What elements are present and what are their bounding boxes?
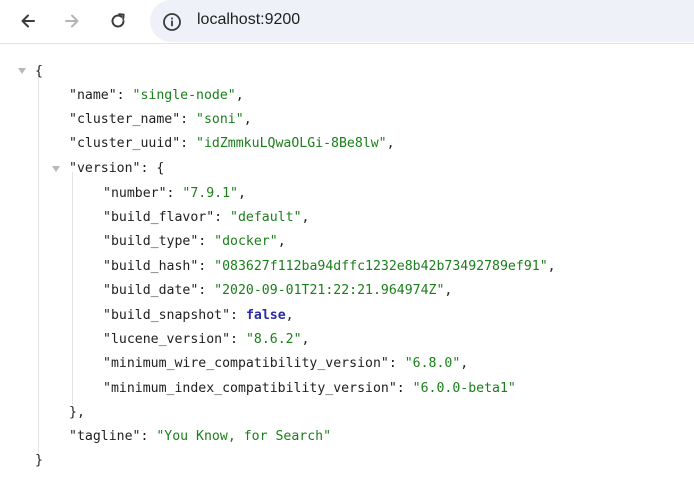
json-string-value: "7.9.1" [182, 186, 238, 201]
back-button[interactable] [12, 6, 44, 36]
json-boolean-value: false [245, 308, 286, 323]
json-line-tagline: "tagline": "You Know, for Search" [69, 429, 332, 444]
json-line-build-type: "build_type": "docker", [103, 234, 286, 249]
arrow-right-icon [65, 14, 79, 28]
json-key: "minimum_index_compatibility_version" [103, 381, 397, 396]
json-string-value: "idZmmkuLQwaOLGi-8Be8lw" [196, 136, 387, 151]
json-line-min-wire: "minimum_wire_compatibility_version": "6… [103, 356, 469, 371]
json-key: "cluster_uuid" [69, 136, 181, 151]
info-icon [163, 13, 181, 31]
json-string-value: "single-node" [132, 88, 236, 103]
json-key: "number" [103, 186, 167, 201]
json-string-value: "6.0.0-beta1" [412, 381, 516, 396]
json-key: "version" [69, 161, 141, 176]
json-line-build-snapshot: "build_snapshot": false, [103, 308, 294, 323]
browser-toolbar: localhost:9200 [0, 0, 694, 44]
json-key: "minimum_wire_compatibility_version" [103, 356, 389, 371]
json-string-value: "8.6.2" [245, 332, 302, 347]
triangle-down-icon [52, 166, 60, 172]
reload-icon [111, 13, 125, 28]
forward-button[interactable] [56, 6, 88, 36]
json-line-version: "version": { [69, 161, 165, 176]
json-viewer: { "name": "single-node", "cluster_name":… [0, 50, 694, 488]
json-line-build-flavor: "build_flavor": "default", [103, 210, 310, 225]
json-string-value: "docker" [214, 234, 278, 249]
indent-guide-version [72, 172, 73, 404]
json-line-number: "number": "7.9.1", [103, 186, 246, 201]
collapse-version-toggle[interactable] [51, 164, 61, 174]
json-string-value: "You Know, for Search" [156, 429, 332, 444]
json-string-value: "6.8.0" [404, 356, 461, 371]
json-key: "build_flavor" [103, 210, 215, 225]
json-string-value: "soni" [196, 112, 244, 127]
collapse-root-toggle[interactable] [17, 66, 27, 76]
json-key: "build_hash" [103, 259, 199, 274]
json-string-value: "2020-09-01T21:22:21.964974Z" [214, 283, 445, 298]
json-string-value: "default" [230, 210, 302, 225]
json-line-lucene-version: "lucene_version": "8.6.2", [103, 332, 310, 347]
site-info-button[interactable] [158, 8, 186, 36]
json-key: "build_date" [103, 283, 199, 298]
json-line-name: "name": "single-node", [69, 88, 244, 103]
json-root-open: { [35, 64, 43, 79]
json-line-cluster-uuid: "cluster_uuid": "idZmmkuLQwaOLGi-8Be8lw"… [69, 136, 395, 151]
indent-guide-root [38, 74, 39, 458]
json-line-build-date: "build_date": "2020-09-01T21:22:21.96497… [103, 283, 453, 298]
triangle-down-icon [18, 68, 26, 74]
json-key: "lucene_version" [103, 332, 231, 347]
json-key: "name" [69, 88, 117, 103]
json-key: "cluster_name" [69, 112, 181, 127]
json-line-build-hash: "build_hash": "083627f112ba94dffc1232e8b… [103, 259, 556, 274]
arrow-left-icon [21, 14, 35, 28]
json-key: "build_type" [103, 234, 199, 249]
json-line-cluster-name: "cluster_name": "soni", [69, 112, 252, 127]
url-text[interactable]: localhost:9200 [197, 11, 300, 29]
json-line-min-index: "minimum_index_compatibility_version": "… [103, 381, 516, 396]
json-key: "build_snapshot" [103, 308, 231, 323]
json-key: "tagline" [69, 429, 141, 444]
reload-button[interactable] [102, 6, 134, 36]
json-root-close: } [35, 453, 43, 468]
json-string-value: "083627f112ba94dffc1232e8b42b73492789ef9… [214, 259, 548, 274]
json-version-close: }, [69, 405, 85, 420]
